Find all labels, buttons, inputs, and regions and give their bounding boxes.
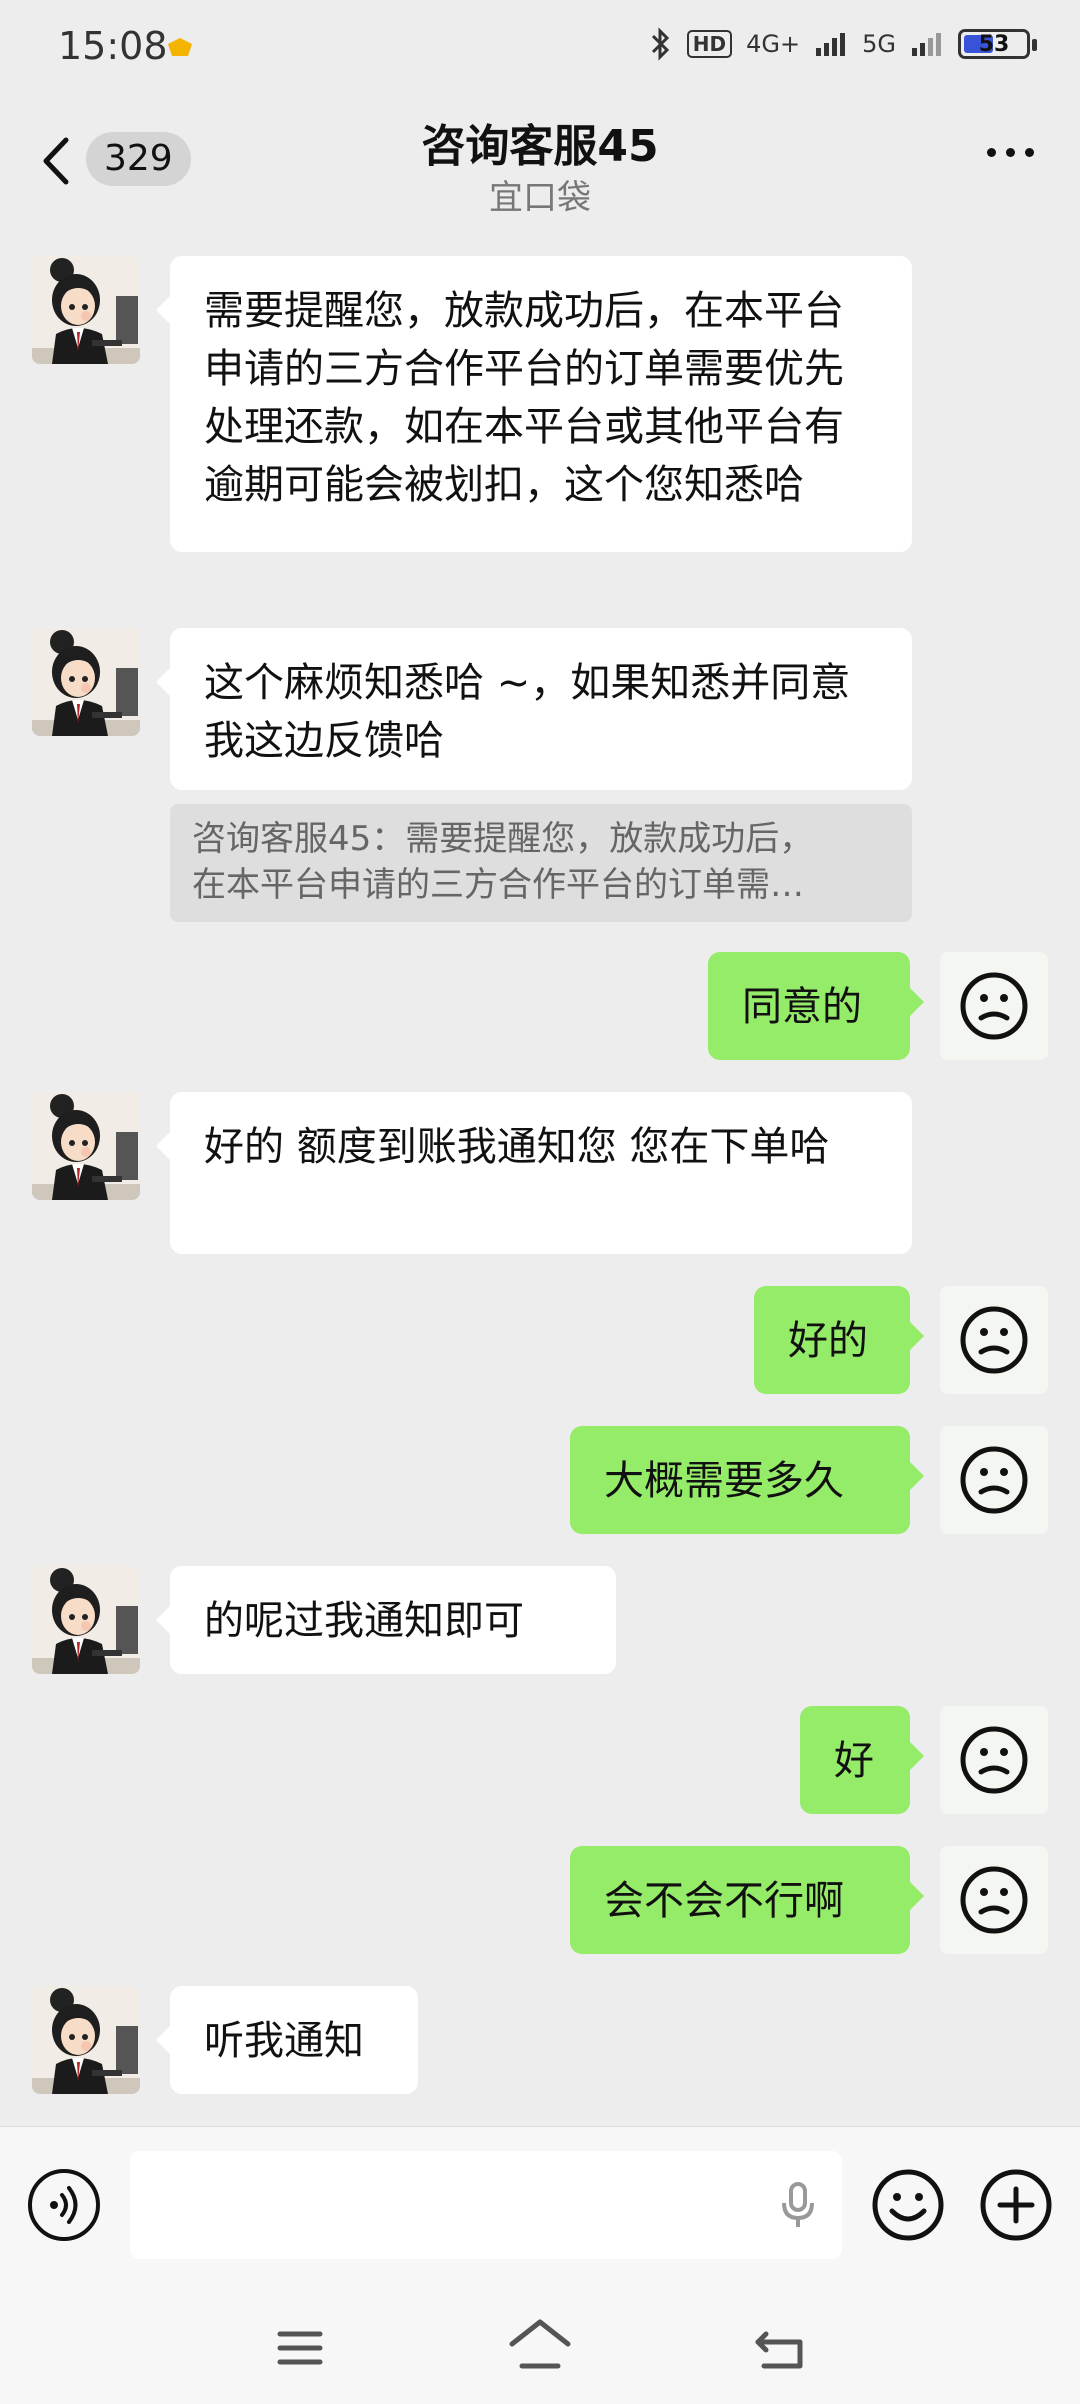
message-incoming: 需要提醒您，放款成功后，在本平台申请的三方合作平台的订单需要优先处理还款，如在本… [0, 256, 1080, 556]
voice-wave-icon [50, 2186, 78, 2224]
message-bubble[interactable]: 好的 [754, 1286, 924, 1394]
agent-avatar[interactable] [32, 1566, 140, 1674]
avatar-face-icon [954, 1860, 1034, 1940]
more-dots-icon[interactable] [987, 148, 1034, 157]
message-bubble[interactable]: 好的 额度到账我通知您 您在下单哈 [156, 1092, 912, 1254]
message-incoming: 的呢过我通知即可 [0, 1566, 1080, 1676]
agent-avatar[interactable] [32, 1092, 140, 1200]
self-avatar[interactable] [940, 1286, 1048, 1394]
message-outgoing: 大概需要多久 [0, 1426, 1080, 1536]
quoted-line-1: 咨询客服45：需要提醒您，放款成功后， [192, 819, 814, 859]
battery-icon: 53 [958, 29, 1037, 59]
signal-bars-icon [816, 33, 846, 56]
system-nav-bar [0, 2284, 1080, 2404]
input-bar [0, 2126, 1080, 2285]
signal-bars-5g-icon [912, 33, 941, 56]
message-input[interactable] [130, 2151, 842, 2259]
status-icons: HD 4G+ 5G 53 [647, 26, 1037, 62]
self-avatar[interactable] [940, 952, 1048, 1060]
message-bubble[interactable]: 好 [800, 1706, 924, 1814]
message-outgoing: 会不会不行啊 [0, 1846, 1080, 1956]
microphone-icon[interactable] [778, 2181, 818, 2231]
notification-icon [168, 38, 192, 56]
agent-avatar[interactable] [32, 256, 140, 364]
signal-5g-label: 5G [862, 30, 896, 58]
message-bubble[interactable]: 同意的 [708, 952, 924, 1060]
bluetooth-icon [651, 27, 669, 61]
status-time: 15:08 [58, 24, 168, 68]
message-incoming: 这个麻烦知悉哈 ~，如果知悉并同意 我这边反馈哈 咨询客服45：需要提醒您，放款… [0, 628, 1080, 928]
message-incoming: 好的 额度到账我通知您 您在下单哈 [0, 1092, 1080, 1262]
message-outgoing: 同意的 [0, 952, 1080, 1062]
home-icon[interactable] [508, 2318, 572, 2372]
page-subtitle: 宜口袋 [489, 178, 591, 218]
self-avatar[interactable] [940, 1706, 1048, 1814]
avatar-face-icon [954, 1440, 1034, 1520]
self-avatar[interactable] [940, 1426, 1048, 1534]
quoted-message[interactable]: 咨询客服45：需要提醒您，放款成功后， 在本平台申请的三方合作平台的订单需… [170, 804, 912, 922]
voice-icon[interactable] [28, 2169, 100, 2241]
menu-icon[interactable] [276, 2328, 324, 2368]
avatar-face-icon [954, 1300, 1034, 1380]
avatar-face-icon [954, 966, 1034, 1046]
message-bubble[interactable]: 这个麻烦知悉哈 ~，如果知悉并同意 我这边反馈哈 [156, 628, 912, 790]
avatar-face-icon [954, 1720, 1034, 1800]
message-bubble[interactable]: 听我通知 [156, 1986, 418, 2094]
signal-4g-label: 4G+ [746, 30, 801, 58]
agent-avatar[interactable] [32, 628, 140, 736]
message-bubble[interactable]: 的呢过我通知即可 [156, 1566, 616, 1674]
page-title: 咨询客服45 [421, 121, 659, 172]
emoji-icon[interactable] [870, 2167, 946, 2243]
chat-header: 329 咨询客服45 宜口袋 [0, 96, 1080, 224]
message-outgoing: 好的 [0, 1286, 1080, 1396]
plus-icon[interactable] [978, 2167, 1054, 2243]
status-bar: 15:08 HD 4G+ 5G 53 [0, 0, 1080, 96]
message-bubble[interactable]: 会不会不行啊 [570, 1846, 924, 1954]
message-incoming: 听我通知 [0, 1986, 1080, 2096]
agent-avatar[interactable] [32, 1986, 140, 2094]
message-list[interactable]: 需要提醒您，放款成功后，在本平台申请的三方合作平台的订单需要优先处理还款，如在本… [0, 224, 1080, 2124]
message-outgoing: 好 [0, 1706, 1080, 1816]
quoted-line-2: 在本平台申请的三方合作平台的订单需… [192, 865, 804, 905]
battery-level: 53 [978, 31, 1010, 57]
message-bubble[interactable]: 需要提醒您，放款成功后，在本平台申请的三方合作平台的订单需要优先处理还款，如在本… [156, 256, 912, 552]
hd-badge: HD [686, 30, 733, 58]
back-icon[interactable] [754, 2322, 806, 2372]
message-bubble[interactable]: 大概需要多久 [570, 1426, 924, 1534]
self-avatar[interactable] [940, 1846, 1048, 1954]
